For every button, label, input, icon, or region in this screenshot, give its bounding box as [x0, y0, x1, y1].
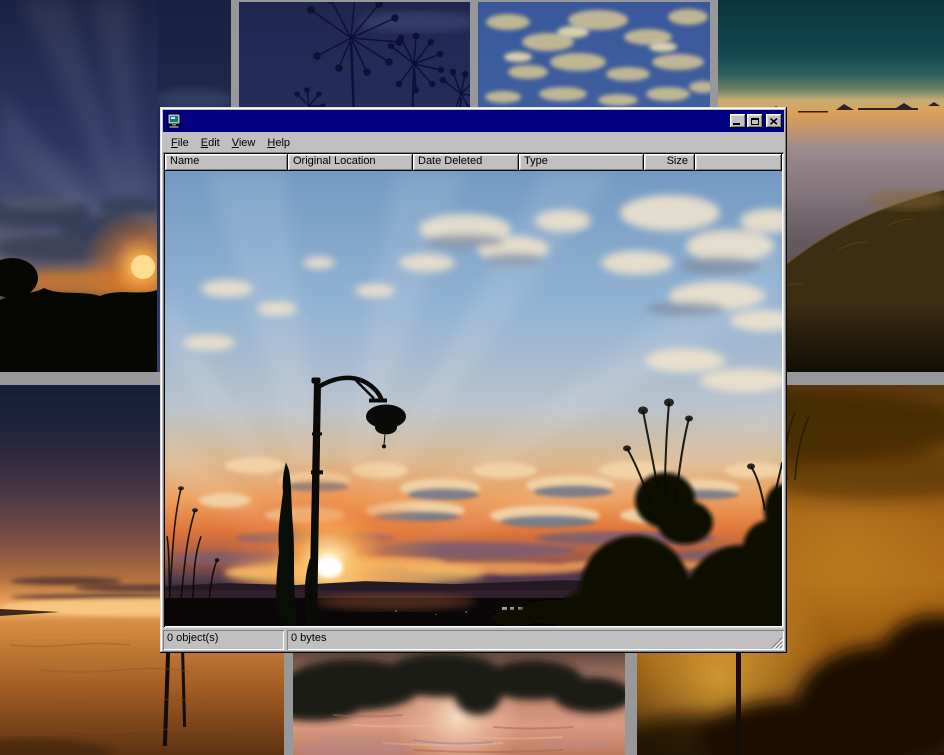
sunset-rays-image [0, 0, 157, 372]
list-content-area[interactable] [165, 171, 782, 626]
menu-item-edit[interactable]: Edit [195, 135, 226, 151]
menu-item-help[interactable]: Help [261, 135, 296, 151]
menu-item-file[interactable]: File [165, 135, 195, 151]
recycle-bin-window: File Edit View Help Name Original Locati… [160, 107, 787, 653]
column-header-date-deleted[interactable]: Date Deleted [413, 154, 519, 171]
maximize-button[interactable] [747, 114, 763, 128]
minimize-button[interactable] [730, 114, 746, 128]
column-header-type[interactable]: Type [519, 154, 644, 171]
column-header-row: Name Original Location Date Deleted Type… [165, 154, 782, 171]
close-icon [770, 118, 778, 125]
statusbar: 0 object(s) 0 bytes [163, 630, 784, 650]
status-object-count: 0 object(s) [163, 630, 284, 650]
wallpaper-tile-sunset-rays [0, 0, 157, 372]
column-header-filler [695, 154, 782, 171]
minimize-icon [733, 123, 740, 125]
resize-grip[interactable] [770, 636, 783, 649]
menu-item-view[interactable]: View [226, 135, 262, 151]
list-view: Name Original Location Date Deleted Type… [163, 152, 784, 628]
column-header-name[interactable]: Name [165, 154, 288, 171]
column-header-size[interactable]: Size [644, 154, 695, 171]
close-button[interactable] [766, 114, 782, 128]
titlebar[interactable] [163, 110, 784, 132]
window-icon[interactable] [166, 113, 182, 129]
menubar: File Edit View Help [163, 133, 784, 152]
maximize-icon [751, 118, 759, 125]
status-total-size: 0 bytes [287, 630, 784, 650]
sunset-streetlamp-photo [165, 171, 782, 626]
column-header-original-location[interactable]: Original Location [288, 154, 413, 171]
